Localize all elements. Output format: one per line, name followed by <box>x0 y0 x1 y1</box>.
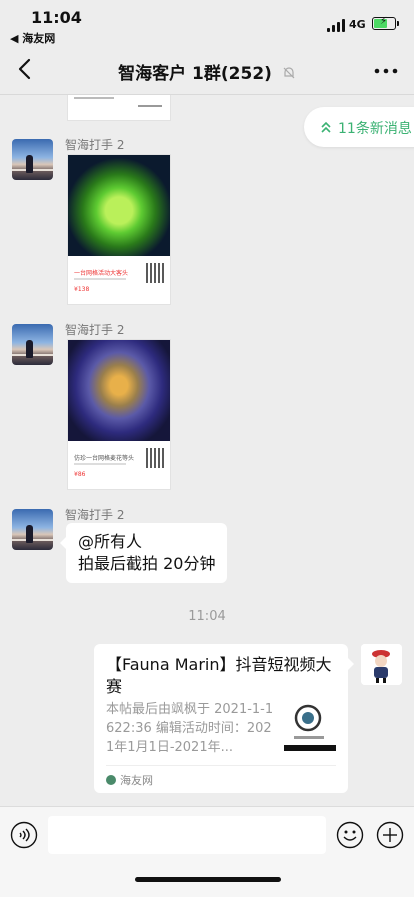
text-message-bubble[interactable]: @所有人 拍最后截拍 20分钟 <box>59 523 228 583</box>
link-thumbnail <box>284 698 338 752</box>
sender-name: 智海打手 2 <box>65 138 125 152</box>
new-messages-pill[interactable]: 11条新消息 <box>304 107 414 147</box>
message-input[interactable] <box>48 816 326 854</box>
qr-code-icon <box>146 448 166 468</box>
coral-photo <box>68 340 170 441</box>
avatar[interactable] <box>12 139 53 180</box>
message-timestamp: 11:04 <box>188 609 226 624</box>
message-line: @所有人 <box>78 532 143 551</box>
sender-name: 智海打手 2 <box>65 323 125 337</box>
back-to-app-link[interactable]: ◀ 海友网 <box>10 30 55 46</box>
product-card[interactable]: 仿珍一台网格麦花等头 ¥86 <box>68 340 170 489</box>
link-title: 【Fauna Marin】抖音短视频大赛 <box>106 655 332 696</box>
input-bar <box>0 806 414 897</box>
plus-icon[interactable] <box>376 821 404 849</box>
avatar[interactable] <box>12 509 53 550</box>
more-icon[interactable] <box>374 68 398 74</box>
sender-name: 智海打手 2 <box>65 508 125 522</box>
chat-title-text: 智海客户 1群(252) <box>118 64 272 84</box>
my-avatar[interactable] <box>361 644 402 685</box>
mute-bell-icon <box>283 67 295 79</box>
voice-icon[interactable] <box>10 821 38 849</box>
chat-title: 智海客户 1群(252) <box>0 59 414 84</box>
home-indicator[interactable] <box>135 877 281 882</box>
product-caption: 一台网格活动大客头 <box>74 270 129 277</box>
message-line: 拍最后截拍 20分钟 <box>78 554 216 573</box>
product-caption: 仿珍一台网格麦花等头 <box>74 455 135 462</box>
product-price: ¥138 <box>74 286 90 293</box>
link-description: 本帖最后由飒枫于 2021-1-1622:36 编辑活动时间：2021年1月1日… <box>106 702 274 755</box>
qr-code-icon <box>146 263 166 283</box>
chat-message-list[interactable]: 11条新消息 智海打手 2 一台网格活动大客头 ¥138 智海打手 2 仿珍一台… <box>0 95 414 805</box>
product-card-partial[interactable] <box>68 95 170 120</box>
product-price: ¥86 <box>74 471 86 478</box>
battery-icon: ⚡ <box>372 16 399 30</box>
site-logo-icon <box>106 775 116 785</box>
emoji-icon[interactable] <box>336 821 364 849</box>
coral-photo <box>68 155 170 256</box>
network-type: 4G <box>349 18 366 31</box>
avatar[interactable] <box>12 324 53 365</box>
signal-icon <box>327 18 345 32</box>
status-time: 11:04 <box>31 8 82 27</box>
shared-link-card[interactable]: 【Fauna Marin】抖音短视频大赛 本帖最后由飒枫于 2021-1-162… <box>94 644 354 793</box>
chat-header: 智海客户 1群(252) <box>0 46 414 95</box>
product-card[interactable]: 一台网格活动大客头 ¥138 <box>68 155 170 304</box>
double-chevron-up-icon <box>321 121 331 133</box>
status-bar: 11:04 ◀ 海友网 4G ⚡ <box>0 0 414 46</box>
link-source-label: 海友网 <box>120 774 153 787</box>
new-messages-label: 11条新消息 <box>338 121 412 137</box>
link-source: 海友网 <box>106 772 153 788</box>
